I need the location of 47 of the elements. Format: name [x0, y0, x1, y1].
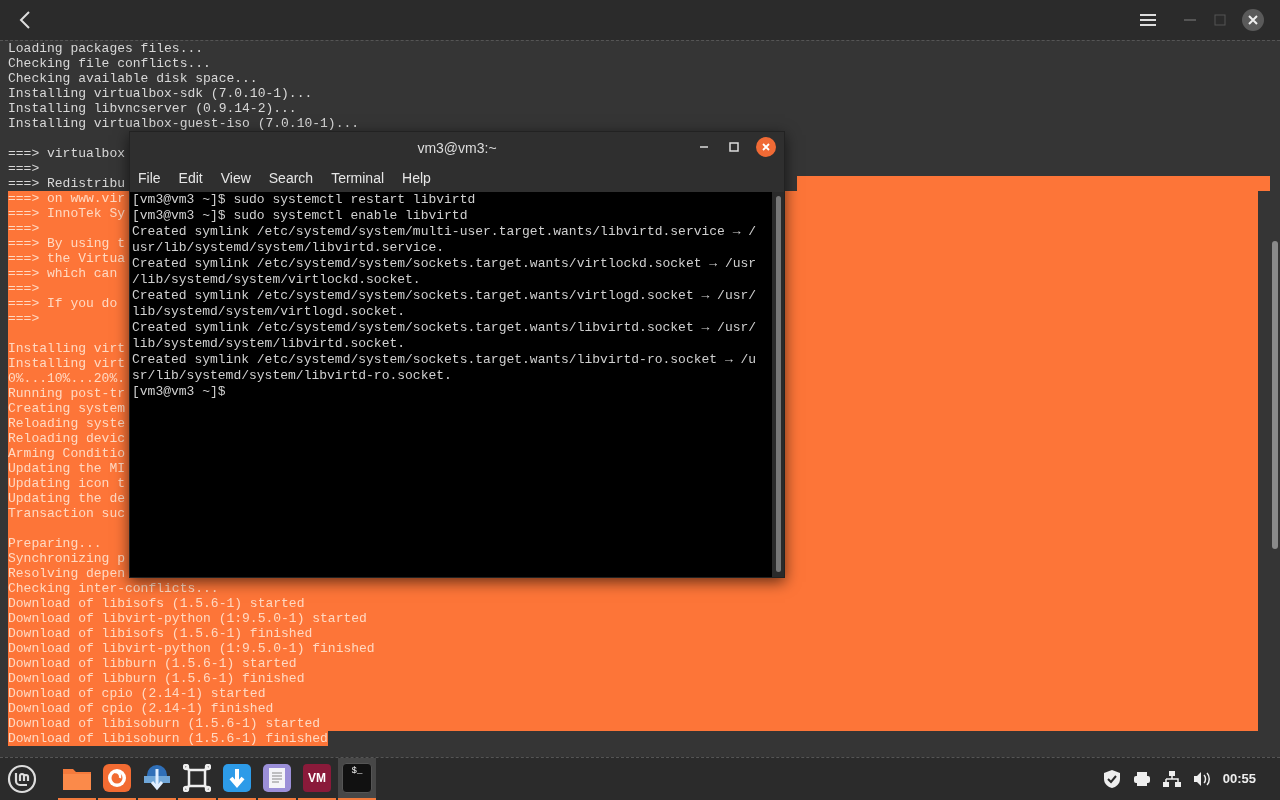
- volume-icon[interactable]: [1192, 771, 1211, 787]
- close-icon: [1248, 15, 1258, 25]
- terminal-line: [vm3@vm3 ~]$: [132, 384, 227, 400]
- log-line: Checking available disk space...: [8, 71, 258, 86]
- log-line: ===> virtualbox: [8, 146, 126, 161]
- back-icon: [19, 11, 31, 29]
- maximize-button[interactable]: [726, 139, 742, 155]
- minimize-icon: [1184, 18, 1196, 22]
- scrollbar[interactable]: [772, 192, 784, 577]
- browser-icon: [103, 763, 131, 792]
- menu-item[interactable]: Terminal: [327, 167, 389, 189]
- terminal-icon: $_: [342, 762, 372, 793]
- log-line: ===> Redistribu: [8, 176, 126, 191]
- vm-icon: VM: [303, 763, 331, 792]
- taskbar-app[interactable]: VM: [298, 757, 336, 800]
- minimize-icon: [700, 146, 708, 148]
- close-button[interactable]: [1242, 9, 1264, 31]
- maximize-icon: [1214, 14, 1226, 26]
- taskbar-app[interactable]: $_: [338, 757, 376, 800]
- log-line: ===>: [8, 161, 40, 176]
- mint-logo-icon: [7, 764, 37, 794]
- terminal-line: [vm3@vm3 ~]$ sudo systemctl restart libvirtd: [132, 192, 477, 208]
- transfer-icon: [142, 762, 172, 793]
- log-line: Installing libvncserver (0.9.14-2)...: [8, 101, 297, 116]
- log-line: Installing virtualbox-guest-iso (7.0.10-1)...: [8, 116, 360, 131]
- maximize-icon: [729, 142, 739, 152]
- shield-check-icon[interactable]: [1102, 769, 1121, 789]
- log-line: Installing virtualbox-sdk (7.0.10-1)...: [8, 86, 313, 101]
- menu-item[interactable]: Edit: [174, 167, 207, 189]
- clock[interactable]: 00:55: [1222, 769, 1256, 789]
- download-icon: [223, 763, 251, 792]
- printer-icon[interactable]: [1132, 771, 1151, 787]
- menu-item[interactable]: File: [134, 167, 165, 189]
- close-button[interactable]: [756, 137, 776, 157]
- network-icon[interactable]: [1162, 771, 1181, 787]
- menu-icon: [1140, 13, 1156, 27]
- menu-item[interactable]: Help: [398, 167, 435, 189]
- frame-icon: [183, 763, 211, 792]
- window-title: vm3@vm3:~: [417, 138, 497, 158]
- menu-item[interactable]: View: [216, 167, 255, 189]
- terminal-line: sr/lib/systemd/system/libvirtd-ro.socket.: [132, 368, 453, 384]
- menu-item[interactable]: Search: [264, 167, 318, 189]
- log-line: Loading packages files...: [8, 41, 204, 56]
- log-line: Checking file conflicts...: [8, 56, 211, 71]
- document-icon: [263, 763, 291, 792]
- terminal-line: [vm3@vm3 ~]$ sudo systemctl enable libvirtd: [132, 208, 469, 224]
- close-icon: [762, 143, 770, 151]
